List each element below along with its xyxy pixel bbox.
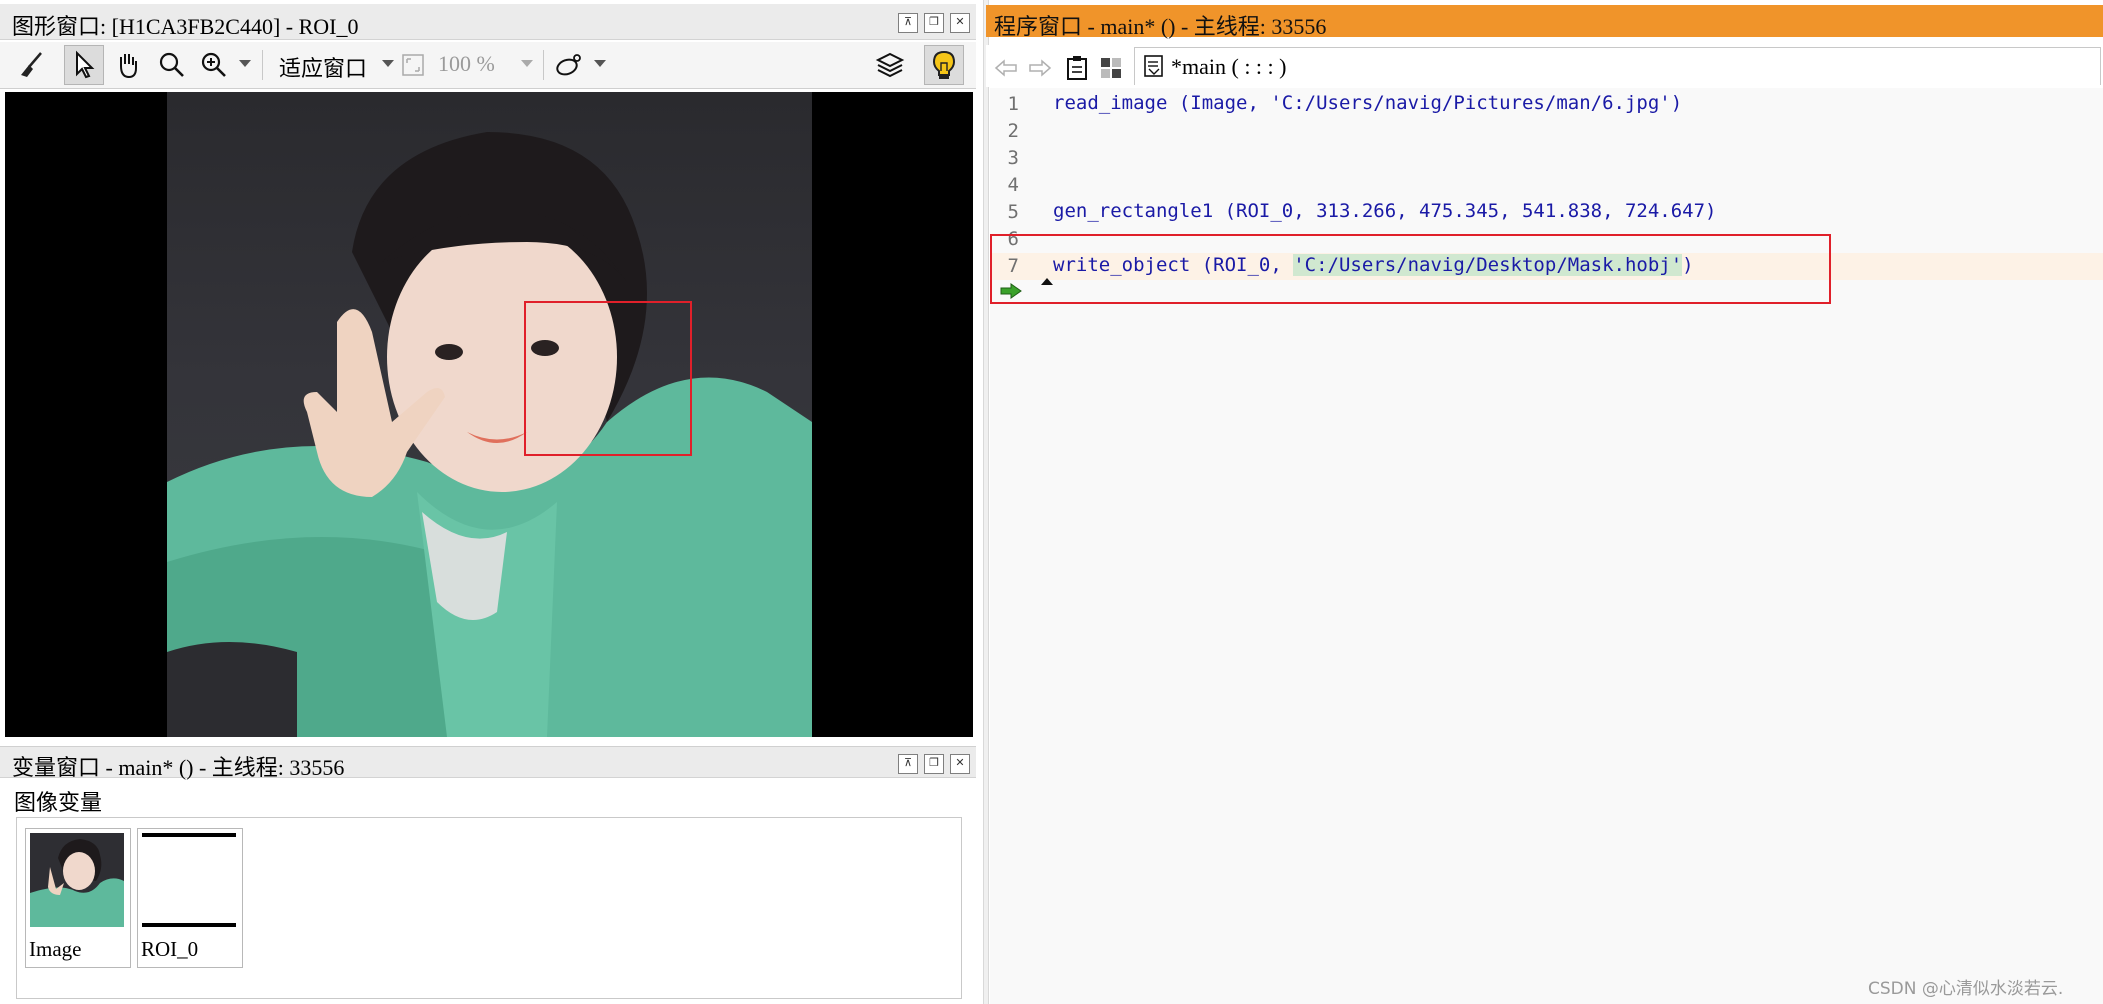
roi-thumbnail: [142, 833, 236, 927]
fit-window-label[interactable]: 适应窗口: [279, 51, 367, 83]
fit-window-icon[interactable]: [398, 45, 428, 85]
pin-icon[interactable]: ⊼: [898, 13, 918, 33]
tab-main-label: *main ( : : : ): [1171, 54, 1287, 79]
line-number: 2: [1007, 120, 1019, 142]
code-editor[interactable]: 1 read_image (Image, 'C:/Users/navig/Pic…: [990, 88, 2103, 1004]
watermark: CSDN @心清似水淡若云.: [1868, 979, 2064, 999]
procedure-icon: [1139, 48, 1169, 84]
program-toolbar: *main ( : : : ): [986, 45, 2103, 87]
code-line[interactable]: 3: [990, 145, 2103, 172]
highlight-box: [990, 234, 1831, 304]
back-arrow-icon[interactable]: [992, 48, 1020, 88]
graphics-window-title: 图形窗口: [H1CA3FB2C440] - ROI_0: [12, 14, 359, 39]
line-number: 1: [1007, 93, 1019, 115]
zoom-dropdown-icon[interactable]: [239, 60, 251, 67]
displayed-image: [167, 92, 812, 737]
code-line[interactable]: 2: [990, 118, 2103, 145]
image-thumbnail: [30, 833, 124, 927]
zoom-percent-dropdown-icon[interactable]: [521, 60, 533, 67]
image-variables-label: 图像变量: [14, 790, 103, 815]
code-line[interactable]: 5 gen_rectangle1 (ROI_0, 313.266, 475.34…: [990, 199, 2103, 226]
code-line[interactable]: 1 read_image (Image, 'C:/Users/navig/Pic…: [990, 91, 2103, 118]
code-text: read_image (Image, 'C:/Users/navig/Pictu…: [1053, 92, 1683, 114]
variable-thumbnail-roi[interactable]: ROI_0: [137, 828, 243, 968]
zoom-percent-label[interactable]: 100 %: [438, 51, 495, 77]
restore-icon[interactable]: ❐: [924, 754, 944, 774]
broom-icon[interactable]: [12, 45, 52, 85]
close-icon[interactable]: ✕: [950, 13, 970, 33]
variable-thumbnail-image[interactable]: Image: [25, 828, 131, 968]
roi-rectangle[interactable]: [524, 301, 692, 456]
line-number: 4: [1007, 174, 1019, 196]
graphics-canvas[interactable]: [5, 92, 973, 737]
hand-icon[interactable]: [108, 45, 148, 85]
graphics-window-titlebar: 图形窗口: [H1CA3FB2C440] - ROI_0 ⊼ ❐ ✕: [0, 4, 976, 40]
layers-icon[interactable]: [870, 45, 910, 85]
tab-main[interactable]: *main ( : : : ): [1134, 47, 2101, 85]
variable-label: Image: [29, 937, 82, 961]
code-text: gen_rectangle1 (ROI_0, 313.266, 475.345,…: [1053, 200, 1717, 222]
toolbar-separator: [543, 50, 544, 80]
graphics-toolbar: 适应窗口 100 %: [0, 42, 976, 89]
draw-dropdown-icon[interactable]: [594, 60, 606, 67]
image-variables-panel: Image ROI_0: [16, 817, 962, 999]
program-window-title: 程序窗口 - main* () - 主线程: 33556: [994, 14, 1327, 39]
lightbulb-icon[interactable]: [924, 45, 964, 85]
forward-arrow-icon[interactable]: [1026, 48, 1054, 88]
pointer-icon[interactable]: [64, 45, 104, 85]
line-number: 5: [1007, 201, 1019, 223]
line-number: 3: [1007, 147, 1019, 169]
pin-icon[interactable]: ⊼: [898, 754, 918, 774]
draw-icon[interactable]: [550, 45, 590, 85]
restore-icon[interactable]: ❐: [924, 13, 944, 33]
code-line[interactable]: 4: [990, 172, 2103, 199]
variable-window-title: 变量窗口 - main* () - 主线程: 33556: [12, 755, 345, 780]
program-window-titlebar: 程序窗口 - main* () - 主线程: 33556: [986, 5, 2103, 39]
zoom-in-icon[interactable]: [194, 45, 234, 85]
variable-label: ROI_0: [141, 937, 199, 961]
grid-icon[interactable]: [1096, 48, 1126, 88]
toolbar-separator: [262, 50, 263, 80]
variable-window-titlebar: 变量窗口 - main* () - 主线程: 33556 ⊼ ❐ ✕: [0, 746, 976, 780]
clipboard-icon[interactable]: [1062, 48, 1092, 88]
close-icon[interactable]: ✕: [950, 754, 970, 774]
fit-window-dropdown-icon[interactable]: [382, 60, 394, 67]
insert-cursor-icon: [1041, 278, 1053, 285]
program-counter-icon: [1000, 283, 1022, 299]
magnifier-icon[interactable]: [152, 45, 192, 85]
